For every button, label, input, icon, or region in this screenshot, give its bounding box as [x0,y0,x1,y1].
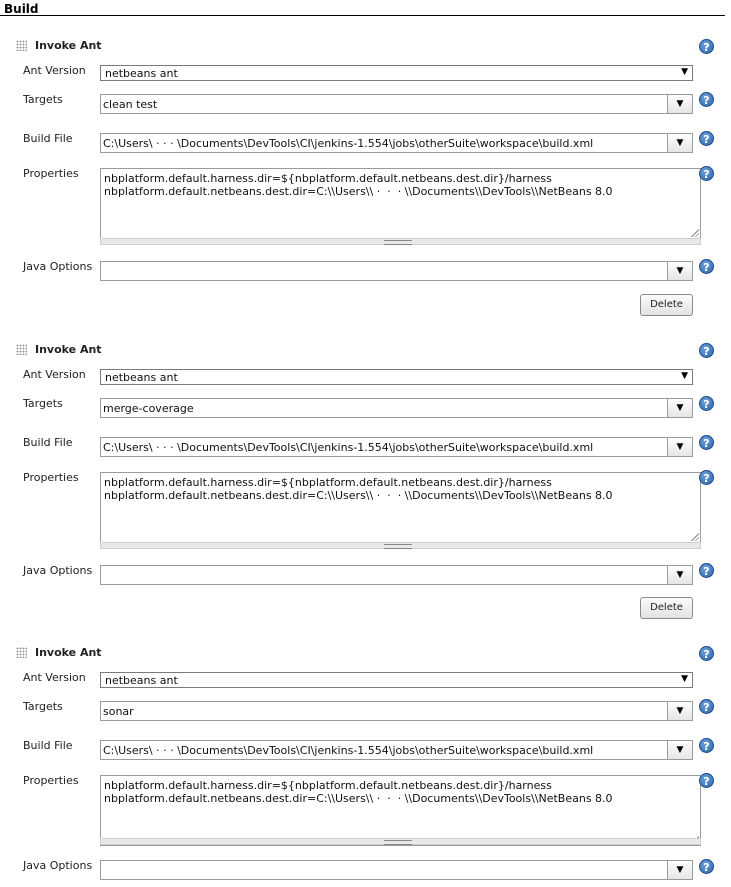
help-icon[interactable]: ? [699,92,714,107]
drag-handle-icon[interactable] [16,344,27,355]
step-title: Invoke Ant [35,343,102,356]
chevron-down-icon: ▼ [681,674,688,684]
targets-label: Targets [23,397,63,410]
properties-textarea[interactable]: nbplatform.default.harness.dir=${nbplatf… [100,168,701,239]
chevron-down-icon: ▼ [681,371,688,381]
build-file-label: Build File [23,436,73,449]
targets-field[interactable]: sonar ▼ [100,701,693,721]
properties-label: Properties [23,167,79,180]
chevron-down-icon[interactable]: ▼ [667,262,692,280]
java-options-label: Java Options [23,564,93,577]
targets-value: clean test [103,98,158,111]
targets-label: Targets [23,700,63,713]
help-icon[interactable]: ? [699,259,714,274]
ant-version-value: netbeans ant [105,674,178,687]
targets-field[interactable]: merge-coverage ▼ [100,398,693,418]
java-options-field[interactable]: ▼ [100,565,693,585]
help-icon[interactable]: ? [699,563,714,578]
build-file-field[interactable]: C:\Users\ ‧ ‧ ‧ \Documents\DevTools\CI\j… [100,437,693,457]
textarea-resize-bar[interactable] [100,542,701,549]
help-icon[interactable]: ? [699,859,714,874]
help-icon[interactable]: ? [699,470,714,485]
properties-value: nbplatform.default.harness.dir=${nbplatf… [104,172,613,198]
help-icon[interactable]: ? [699,166,714,181]
drag-handle-icon[interactable] [16,40,27,51]
build-file-value: C:\Users\ ‧ ‧ ‧ \Documents\DevTools\CI\j… [103,137,594,150]
ant-version-value: netbeans ant [105,67,178,80]
chevron-down-icon[interactable]: ▼ [667,134,692,152]
properties-textarea[interactable]: nbplatform.default.harness.dir=${nbplatf… [100,472,701,543]
properties-value: nbplatform.default.harness.dir=${nbplatf… [104,779,613,805]
ant-version-select[interactable]: netbeans ant ▼ [100,369,693,385]
section-title: Build [4,2,39,16]
ant-version-label: Ant Version [23,64,86,77]
ant-version-label: Ant Version [23,368,86,381]
resize-grip-icon[interactable] [691,533,699,541]
chevron-down-icon[interactable]: ▼ [667,741,692,759]
step-title: Invoke Ant [35,646,102,659]
textarea-resize-bar[interactable] [100,238,701,245]
chevron-down-icon[interactable]: ▼ [667,566,692,584]
targets-value: merge-coverage [103,402,194,415]
java-options-label: Java Options [23,260,93,273]
java-options-field[interactable]: ▼ [100,261,693,281]
help-icon[interactable]: ? [699,343,714,358]
properties-textarea[interactable]: nbplatform.default.harness.dir=${nbplatf… [100,775,701,846]
resize-grip-icon[interactable] [691,229,699,237]
java-options-field[interactable]: ▼ [100,860,693,880]
drag-handle-icon[interactable] [16,647,27,658]
help-icon[interactable]: ? [699,396,714,411]
help-icon[interactable]: ? [699,646,714,661]
help-icon[interactable]: ? [699,39,714,54]
build-file-label: Build File [23,132,73,145]
delete-button[interactable]: Delete [640,597,693,619]
ant-version-select[interactable]: netbeans ant ▼ [100,65,693,81]
help-icon[interactable]: ? [699,773,714,788]
build-file-label: Build File [23,739,73,752]
chevron-down-icon[interactable]: ▼ [667,95,692,113]
ant-version-select[interactable]: netbeans ant ▼ [100,672,693,688]
properties-value: nbplatform.default.harness.dir=${nbplatf… [104,476,613,502]
targets-label: Targets [23,93,63,106]
ant-version-value: netbeans ant [105,371,178,384]
help-icon[interactable]: ? [699,131,714,146]
section-divider [0,15,725,16]
chevron-down-icon[interactable]: ▼ [667,702,692,720]
build-file-value: C:\Users\ ‧ ‧ ‧ \Documents\DevTools\CI\j… [103,441,594,454]
help-icon[interactable]: ? [699,699,714,714]
help-icon[interactable]: ? [699,738,714,753]
chevron-down-icon[interactable]: ▼ [667,861,692,879]
delete-button[interactable]: Delete [640,294,693,316]
properties-label: Properties [23,471,79,484]
targets-value: sonar [103,705,134,718]
step-title: Invoke Ant [35,39,102,52]
build-file-value: C:\Users\ ‧ ‧ ‧ \Documents\DevTools\CI\j… [103,744,594,757]
chevron-down-icon: ▼ [681,67,688,77]
chevron-down-icon[interactable]: ▼ [667,438,692,456]
build-file-field[interactable]: C:\Users\ ‧ ‧ ‧ \Documents\DevTools\CI\j… [100,740,693,760]
ant-version-label: Ant Version [23,671,86,684]
build-file-field[interactable]: C:\Users\ ‧ ‧ ‧ \Documents\DevTools\CI\j… [100,133,693,153]
targets-field[interactable]: clean test ▼ [100,94,693,114]
help-icon[interactable]: ? [699,435,714,450]
chevron-down-icon[interactable]: ▼ [667,399,692,417]
java-options-label: Java Options [23,859,93,872]
properties-label: Properties [23,774,79,787]
textarea-resize-bar[interactable] [100,838,701,845]
